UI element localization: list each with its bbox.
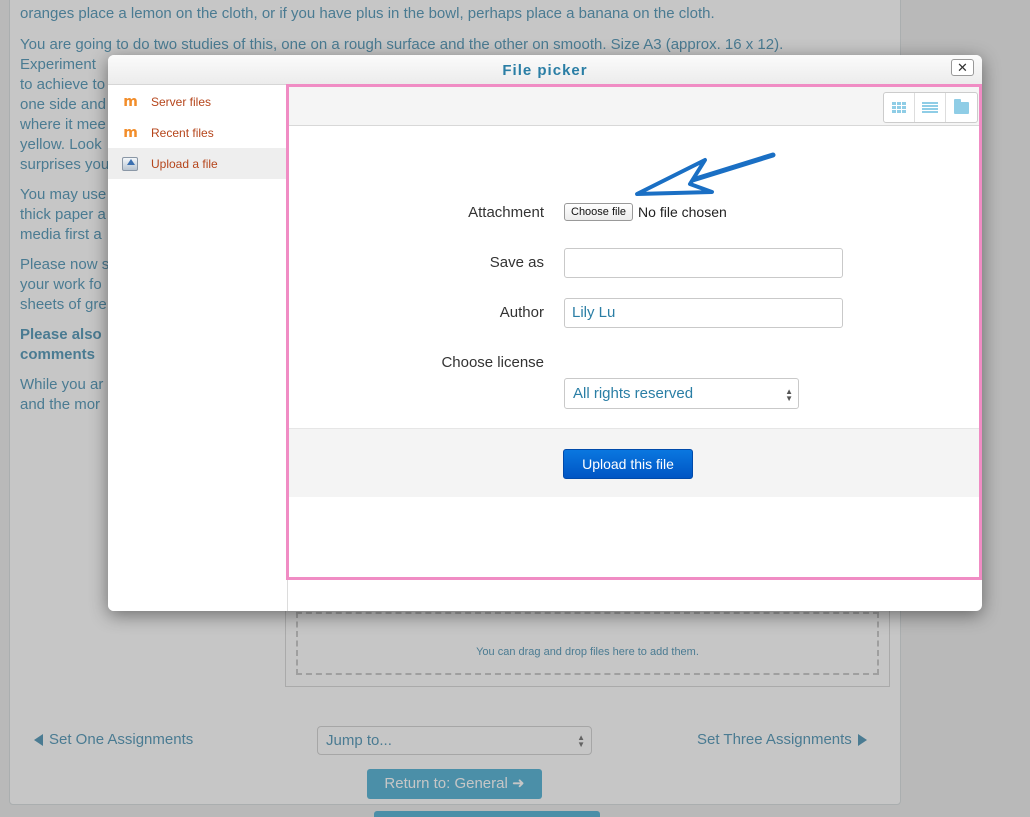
upload-panel: Attachment Choose file No file chosen Sa… [286,84,982,611]
sidebar-item-recent-files[interactable]: m Recent files [108,117,286,148]
sidebar-item-upload-file[interactable]: Upload a file [108,148,286,179]
sidebar-item-server-files[interactable]: m Server files [108,86,286,117]
file-picker-dialog: File picker ✕ m Server files m Recent fi… [108,55,982,611]
moodle-icon: m [123,93,138,110]
dialog-header: File picker ✕ [108,55,982,85]
close-button[interactable]: ✕ [951,59,974,76]
upload-icon [121,156,139,172]
close-icon: ✕ [957,60,968,75]
repository-sidebar: m Server files m Recent files Upload a f… [108,86,288,611]
highlight-frame [286,84,982,580]
moodle-icon: m [123,124,138,141]
sidebar-item-label: Recent files [151,125,214,140]
dialog-title: File picker [502,62,588,79]
sidebar-item-label: Server files [151,94,212,109]
sidebar-item-label: Upload a file [151,156,218,171]
